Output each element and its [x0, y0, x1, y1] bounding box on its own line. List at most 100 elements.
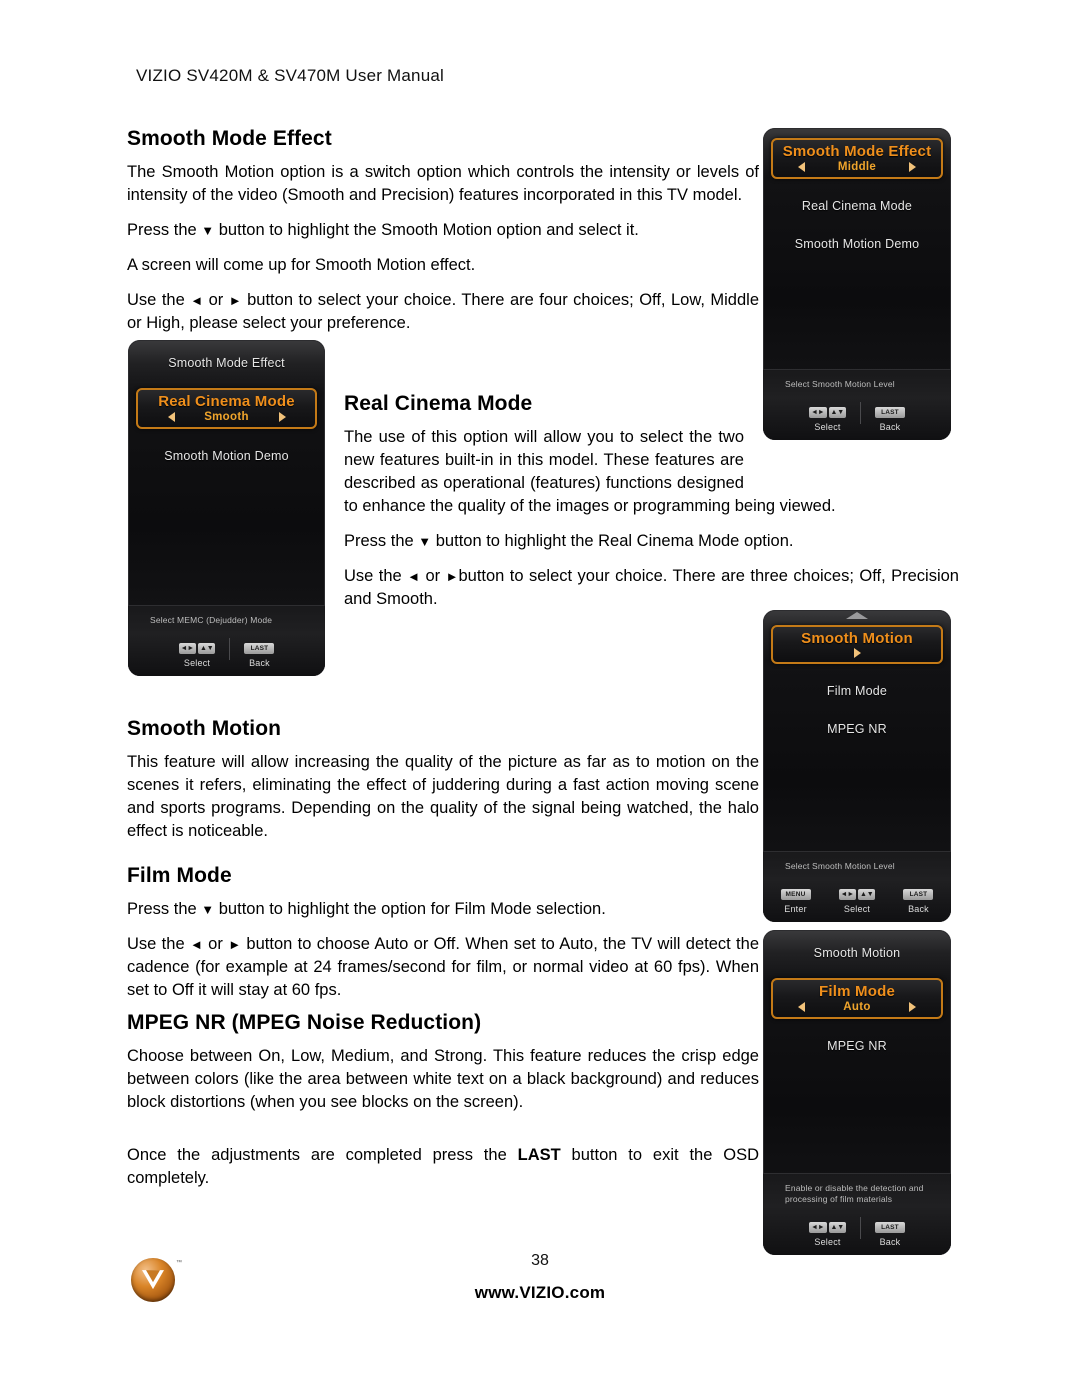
key-glyphs: LAST: [244, 643, 275, 654]
text-run: Use the: [127, 291, 191, 309]
down-triangle-icon: ▼: [201, 902, 215, 917]
osd-panel-film-mode: Smooth Motion Film Mode Auto MPEG NR Ena…: [763, 930, 951, 1255]
key-group-select: ◄► ▲▼ Select: [167, 643, 228, 668]
text-run: Press the: [344, 532, 419, 550]
left-arrow-icon[interactable]: [798, 162, 805, 172]
heading-smooth-mode-effect: Smooth Mode Effect: [127, 127, 332, 150]
osd-highlighted-item[interactable]: Real Cinema Mode Smooth: [136, 388, 317, 429]
key-glyphs: ◄► ▲▼: [809, 407, 846, 418]
right-arrow-icon[interactable]: [909, 162, 916, 172]
key-label-back: Back: [908, 904, 929, 914]
osd-menu-item[interactable]: MPEG NR: [763, 718, 951, 740]
paragraph-mpeg-1: Choose between On, Low, Medium, and Stro…: [127, 1047, 759, 1111]
paragraph-rcm-2: Press the ▼ button to highlight the Real…: [344, 530, 959, 553]
left-right-key-icon: ◄►: [178, 643, 196, 654]
osd-highlighted-item[interactable]: Smooth Motion: [771, 625, 943, 664]
right-arrow-icon[interactable]: [853, 648, 861, 658]
osd-menu-list: Smooth Motion Film Mode Auto MPEG NR: [763, 942, 951, 1057]
osd-footer: Select Smooth Motion Level ◄► ▲▼ Select …: [763, 369, 951, 440]
menu-key-icon: MENU: [780, 889, 811, 900]
key-label-select: Select: [183, 658, 211, 668]
osd-highlight-value: Smooth: [204, 411, 249, 423]
key-glyphs: LAST: [874, 1222, 905, 1233]
last-key-icon: LAST: [244, 643, 275, 654]
down-triangle-icon: ▼: [418, 534, 432, 549]
osd-menu-item[interactable]: Smooth Motion Demo: [128, 445, 325, 467]
left-right-key-icon: ◄►: [809, 1222, 827, 1233]
osd-footer: Select Smooth Motion Level MENU Enter ◄►…: [763, 851, 951, 922]
osd-highlight-value: Auto: [843, 1001, 871, 1013]
osd-menu-item[interactable]: Real Cinema Mode: [763, 195, 951, 217]
osd-footer: Enable or disable the detection and proc…: [763, 1173, 951, 1255]
text-run: Press the: [127, 221, 202, 239]
osd-highlight-title: Smooth Motion: [801, 630, 913, 647]
osd-menu-item[interactable]: Smooth Mode Effect: [128, 352, 325, 374]
key-label-enter: Enter: [784, 904, 807, 914]
right-arrow-icon[interactable]: [909, 1002, 916, 1012]
osd-highlight-value-row[interactable]: Auto: [773, 1001, 941, 1013]
key-glyphs: LAST: [903, 889, 934, 900]
left-triangle-icon: ◄: [407, 569, 421, 584]
key-group-back: LAST Back: [863, 407, 917, 432]
page-number: 38: [531, 1252, 549, 1269]
paragraph-fm-2: Use the ◄ or ► button to choose Auto or …: [127, 933, 759, 1002]
key-group-select: ◄► ▲▼ Select: [797, 1222, 858, 1247]
osd-highlight-value-row[interactable]: Smooth: [138, 411, 315, 423]
key-label-back: Back: [249, 658, 270, 668]
text-run: button to highlight the Real Cinema Mode…: [431, 532, 794, 550]
key-group-select: ◄► ▲▼ Select: [827, 889, 888, 914]
paragraph-mpeg-2: Once the adjustments are completed press…: [127, 1144, 759, 1190]
heading-smooth-motion: Smooth Motion: [127, 717, 282, 740]
osd-key-legend: ◄► ▲▼ Select LAST Back: [773, 402, 941, 432]
osd-inner: Smooth Motion Film Mode MPEG NR Select S…: [763, 610, 951, 922]
osd-menu-list: Smooth Motion Film Mode MPEG NR: [763, 621, 951, 740]
key-separator: [229, 638, 231, 660]
key-group-back: LAST Back: [863, 1222, 917, 1247]
text-run: Once the adjustments are completed press…: [127, 1146, 518, 1164]
last-button-reference: LAST: [517, 1146, 561, 1164]
left-arrow-icon[interactable]: [167, 412, 175, 422]
text-run: or: [203, 291, 229, 309]
right-triangle-icon: ►: [228, 937, 242, 952]
up-down-key-icon: ▲▼: [858, 889, 876, 900]
key-label-select: Select: [814, 1237, 841, 1247]
key-label-select: Select: [814, 422, 841, 432]
paragraph-sme-3: A screen will come up for Smooth Motion …: [127, 256, 476, 274]
text-run: button to highlight the Smooth Motion op…: [214, 221, 639, 239]
left-right-key-icon: ◄►: [838, 889, 856, 900]
osd-highlight-title: Film Mode: [819, 983, 895, 1000]
osd-highlight-value-row[interactable]: [773, 648, 941, 658]
key-glyphs: MENU: [780, 889, 811, 900]
osd-highlight-title: Real Cinema Mode: [158, 393, 295, 410]
osd-panel-smooth-mode-effect: Smooth Mode Effect Middle Real Cinema Mo…: [763, 128, 951, 440]
osd-highlighted-item[interactable]: Film Mode Auto: [771, 978, 943, 1019]
osd-menu-item[interactable]: Smooth Motion Demo: [763, 233, 951, 255]
paragraph-sme-2: Press the ▼ button to highlight the Smoo…: [127, 219, 759, 242]
osd-hint-text: Enable or disable the detection and proc…: [785, 1183, 924, 1204]
osd-highlight-value-row[interactable]: Middle: [773, 161, 941, 173]
osd-menu-item[interactable]: MPEG NR: [763, 1035, 951, 1057]
key-group-back: LAST Back: [232, 643, 286, 668]
heading-mpeg-nr: MPEG NR (MPEG Noise Reduction): [127, 1011, 482, 1034]
paragraph-rcm-3: Use the ◄ or ►button to select your choi…: [344, 565, 959, 611]
paragraph-sme-4: Use the ◄ or ► button to select your cho…: [127, 289, 759, 335]
left-arrow-icon[interactable]: [798, 1002, 805, 1012]
key-group-enter: MENU Enter: [769, 889, 823, 914]
osd-highlighted-item[interactable]: Smooth Mode Effect Middle: [771, 138, 943, 179]
up-down-key-icon: ▲▼: [198, 643, 216, 654]
osd-key-legend: ◄► ▲▼ Select LAST Back: [138, 638, 315, 668]
osd-menu-item[interactable]: Smooth Motion: [763, 942, 951, 964]
osd-highlight-title: Smooth Mode Effect: [782, 143, 932, 160]
text-run: Use the: [344, 567, 408, 585]
osd-hint-text: Select MEMC (Dejudder) Mode: [150, 615, 273, 625]
right-triangle-icon: ►: [445, 569, 459, 584]
key-separator: [859, 1217, 861, 1239]
osd-menu-item[interactable]: Film Mode: [763, 680, 951, 702]
osd-panel-real-cinema-mode: Smooth Mode Effect Real Cinema Mode Smoo…: [128, 340, 325, 676]
right-arrow-icon[interactable]: [278, 412, 286, 422]
osd-hint-text: Select Smooth Motion Level: [785, 379, 895, 389]
osd-key-legend: ◄► ▲▼ Select LAST Back: [773, 1217, 941, 1247]
text-run: Use the: [127, 935, 190, 953]
paragraph-sm-1: This feature will allow increasing the q…: [127, 753, 759, 840]
left-triangle-icon: ◄: [189, 937, 203, 952]
